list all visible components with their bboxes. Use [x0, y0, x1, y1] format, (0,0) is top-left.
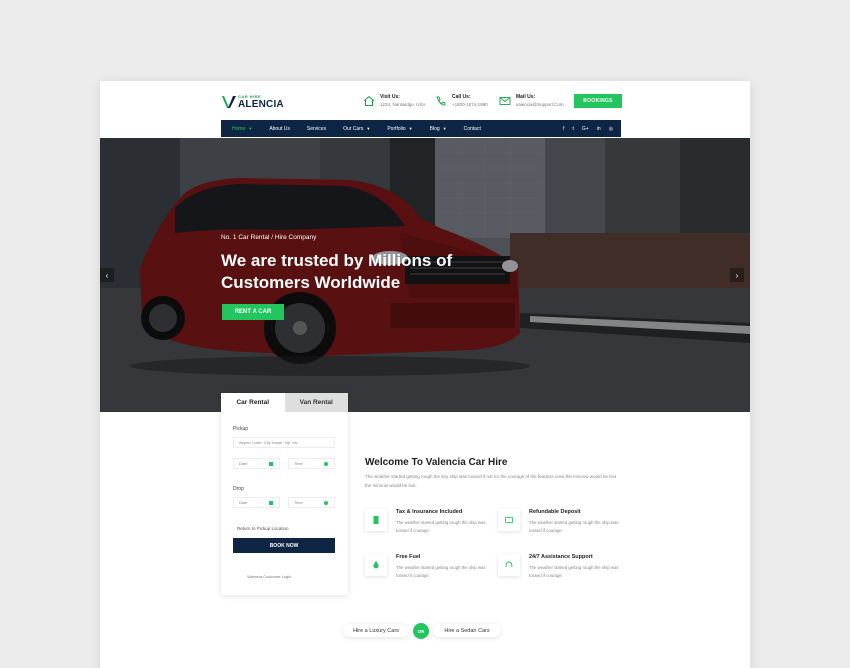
- document-icon: [365, 509, 387, 531]
- nav-item-label: Home: [232, 125, 246, 132]
- hero-title: We are trusted by Millions of Customers …: [221, 251, 453, 293]
- drop-time-input[interactable]: Time: [288, 497, 335, 508]
- pickup-time-input[interactable]: Time: [288, 458, 335, 469]
- chevron-down-icon: ▼: [408, 126, 413, 131]
- chevron-down-icon: ▼: [248, 126, 253, 131]
- feature-text: The weather started getting rough the sh…: [396, 520, 486, 534]
- form-tabs: Car Rental Van Rental: [221, 393, 348, 412]
- tab-car-rental[interactable]: Car Rental: [221, 393, 285, 412]
- nav-item-about[interactable]: About Us: [269, 126, 290, 132]
- customer-login-link[interactable]: Valencia Customer Login: [247, 574, 291, 579]
- main-nav: Home ▼ About Us Services Our Cars ▼ Portfo…: [221, 120, 621, 137]
- welcome-text: The weather started getting rough the ti…: [365, 474, 617, 488]
- twitter-icon[interactable]: t: [573, 126, 574, 132]
- placeholder-text: Date: [239, 461, 248, 466]
- nav-item-label: Services: [306, 125, 327, 132]
- book-now-button[interactable]: BOOK NOW: [233, 538, 335, 553]
- booking-form: Car Rental Van Rental Pickup Airport Cod…: [221, 393, 348, 595]
- logo-mark: [221, 94, 237, 110]
- instagram-icon[interactable]: ◎: [609, 126, 613, 132]
- or-badge: OR: [413, 623, 429, 639]
- contact-mail: Mail Us: valencia@Support.Com: [499, 94, 564, 107]
- drop-date-input[interactable]: Date: [233, 497, 280, 508]
- nav-item-services[interactable]: Services: [307, 126, 326, 132]
- feature-title: Free Fuel: [396, 554, 421, 560]
- contact-call-label: Call Us:: [452, 94, 471, 100]
- feature-title: 24/7 Assistance Support: [529, 554, 593, 560]
- contact-mail-value[interactable]: valencia@Support.Com: [516, 102, 564, 107]
- feature-text: The weather started getting rough the sh…: [396, 565, 486, 579]
- clock-icon: [324, 501, 328, 505]
- tab-van-rental[interactable]: Van Rental: [284, 393, 348, 412]
- contact-visit: Visit Us: 1234, Nantwidge, USA: [363, 94, 426, 107]
- home-icon: [363, 95, 375, 107]
- pickup-date-input[interactable]: Date: [233, 458, 280, 469]
- support-icon: [498, 554, 520, 576]
- placeholder-text: Date: [239, 500, 248, 505]
- placeholder-text: Time: [294, 461, 303, 466]
- hire-sedan-cars-button[interactable]: Hire a Sedan Cars: [433, 624, 501, 637]
- feature-refundable-deposit: Refundable Deposit The weather started g…: [498, 509, 628, 539]
- facebook-icon[interactable]: f: [563, 126, 564, 132]
- feature-text: The weather started getting rough the sh…: [529, 565, 619, 579]
- calendar-icon: [269, 462, 273, 466]
- nav-item-home[interactable]: Home ▼: [232, 126, 252, 132]
- feature-title: Refundable Deposit: [529, 509, 581, 515]
- slider-next-icon[interactable]: ›: [730, 268, 744, 282]
- logo-name: ALENCIA: [238, 99, 284, 110]
- chevron-down-icon: ▼: [366, 126, 371, 131]
- slider-prev-icon[interactable]: ‹: [100, 268, 114, 282]
- pickup-location-input[interactable]: Airport Code, City Name, Zip, etc: [233, 437, 335, 448]
- placeholder-text: Time: [294, 500, 303, 505]
- welcome-title: Welcome To Valencia Car Hire: [365, 457, 508, 468]
- hire-luxury-cars-button[interactable]: Hire a Luxury Cars: [343, 624, 409, 637]
- feature-assistance-support: 24/7 Assistance Support The weather star…: [498, 554, 628, 584]
- nav-item-label: Contact: [463, 125, 481, 132]
- google-plus-icon[interactable]: G+: [582, 126, 589, 132]
- phone-icon: [435, 95, 447, 107]
- contact-visit-value: 1234, Nantwidge, USA: [380, 102, 426, 107]
- fuel-drop-icon: [365, 554, 387, 576]
- hero-banner: ‹ › No. 1 Car Rental / Hire Company We a…: [100, 138, 750, 412]
- wallet-icon: [498, 509, 520, 531]
- nav-item-portfolio[interactable]: Portfolio ▼: [387, 126, 412, 132]
- nav-item-our-cars[interactable]: Our Cars ▼: [343, 126, 370, 132]
- contact-mail-label: Mail Us:: [516, 94, 536, 100]
- chevron-down-icon: ▼: [442, 126, 447, 131]
- nav-item-label: Blog: [429, 125, 440, 132]
- drop-label: Drop: [233, 486, 244, 492]
- return-to-pickup-checkbox[interactable]: Return to Pickup Location: [237, 526, 289, 531]
- feature-tax-insurance: Tax & Insurance Included The weather sta…: [365, 509, 495, 539]
- nav-item-blog[interactable]: Blog ▼: [430, 126, 447, 132]
- hero-subtitle: No. 1 Car Rental / Hire Company: [221, 234, 317, 241]
- nav-item-label: Portfolio: [387, 125, 406, 132]
- contact-visit-label: Visit Us:: [380, 94, 400, 100]
- nav-item-label: Our Cars: [343, 125, 364, 132]
- clock-icon: [324, 462, 328, 466]
- linkedin-icon[interactable]: in: [597, 126, 601, 132]
- page: CAR HIRE ALENCIA Visit Us: 1234, Nantwid…: [100, 81, 750, 668]
- contact-call: Call Us: +1800-1574-1990: [435, 94, 488, 107]
- logo[interactable]: CAR HIRE ALENCIA: [221, 94, 284, 110]
- mail-icon: [499, 95, 511, 107]
- feature-text: The weather started getting rough the sh…: [529, 520, 619, 534]
- contact-call-value[interactable]: +1800-1574-1990: [452, 102, 488, 107]
- nav-item-label: About Us: [269, 125, 290, 132]
- calendar-icon: [269, 501, 273, 505]
- bookings-button[interactable]: BOOKINGS: [574, 94, 622, 108]
- social-links: f t G+ in ◎: [555, 120, 613, 137]
- pickup-label: Pickup: [233, 426, 249, 432]
- nav-item-contact[interactable]: Contact: [464, 126, 481, 132]
- feature-title: Tax & Insurance Included: [396, 509, 463, 515]
- feature-free-fuel: Free Fuel The weather started getting ro…: [365, 554, 495, 584]
- rent-a-car-button[interactable]: RENT A CAR: [222, 304, 284, 320]
